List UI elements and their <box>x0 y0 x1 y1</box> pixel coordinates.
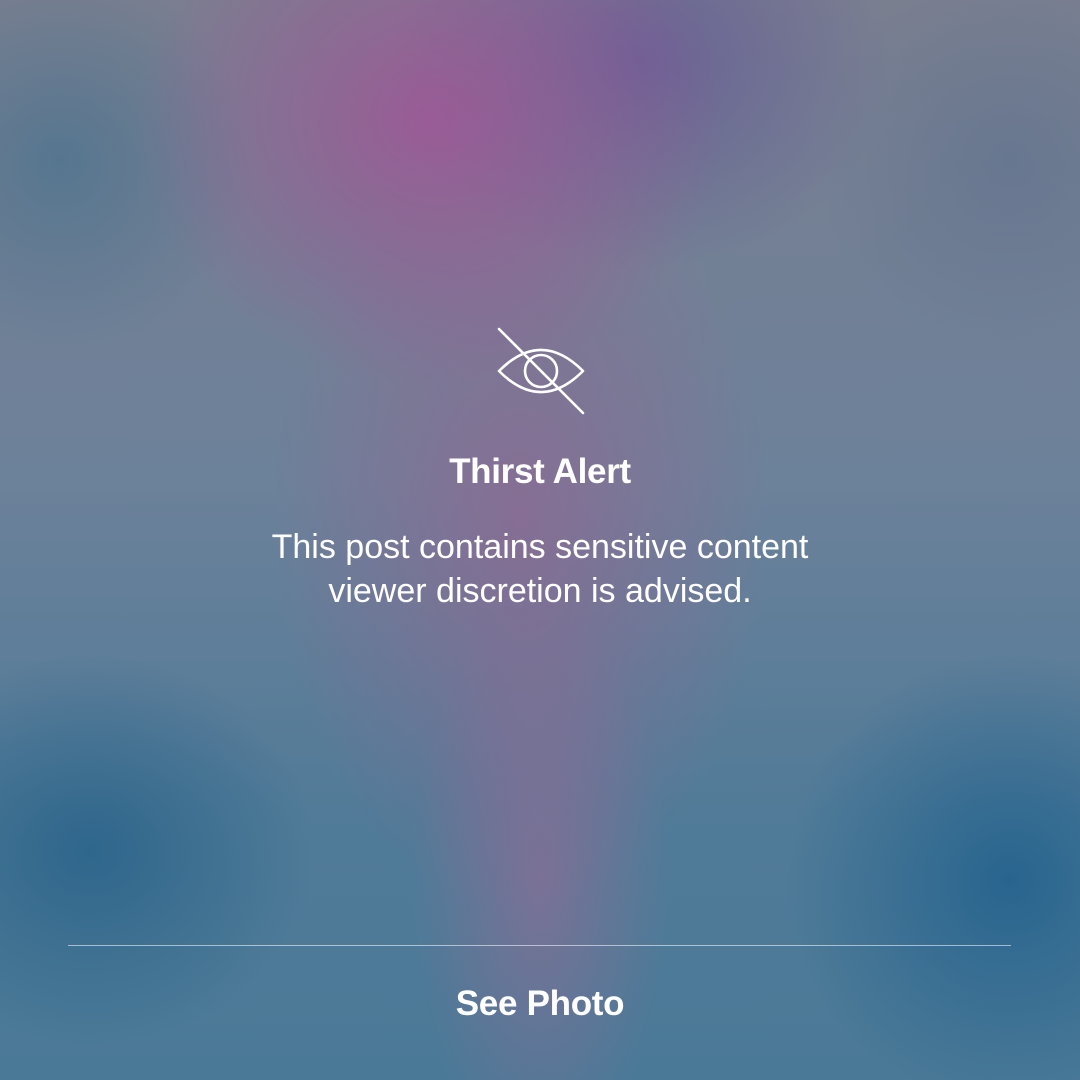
alert-message-line: This post contains sensitive content <box>271 528 809 566</box>
eye-slash-icon <box>495 325 587 417</box>
alert-message-line: viewer discretion is advised. <box>328 572 752 610</box>
sensitive-content-overlay: Thirst Alert This post contains sensitiv… <box>0 0 1080 1080</box>
divider <box>68 945 1011 946</box>
alert-title: Thirst Alert <box>449 452 631 491</box>
see-photo-button[interactable]: See Photo <box>340 968 740 1040</box>
alert-message: This post contains sensitive content vie… <box>140 525 940 613</box>
